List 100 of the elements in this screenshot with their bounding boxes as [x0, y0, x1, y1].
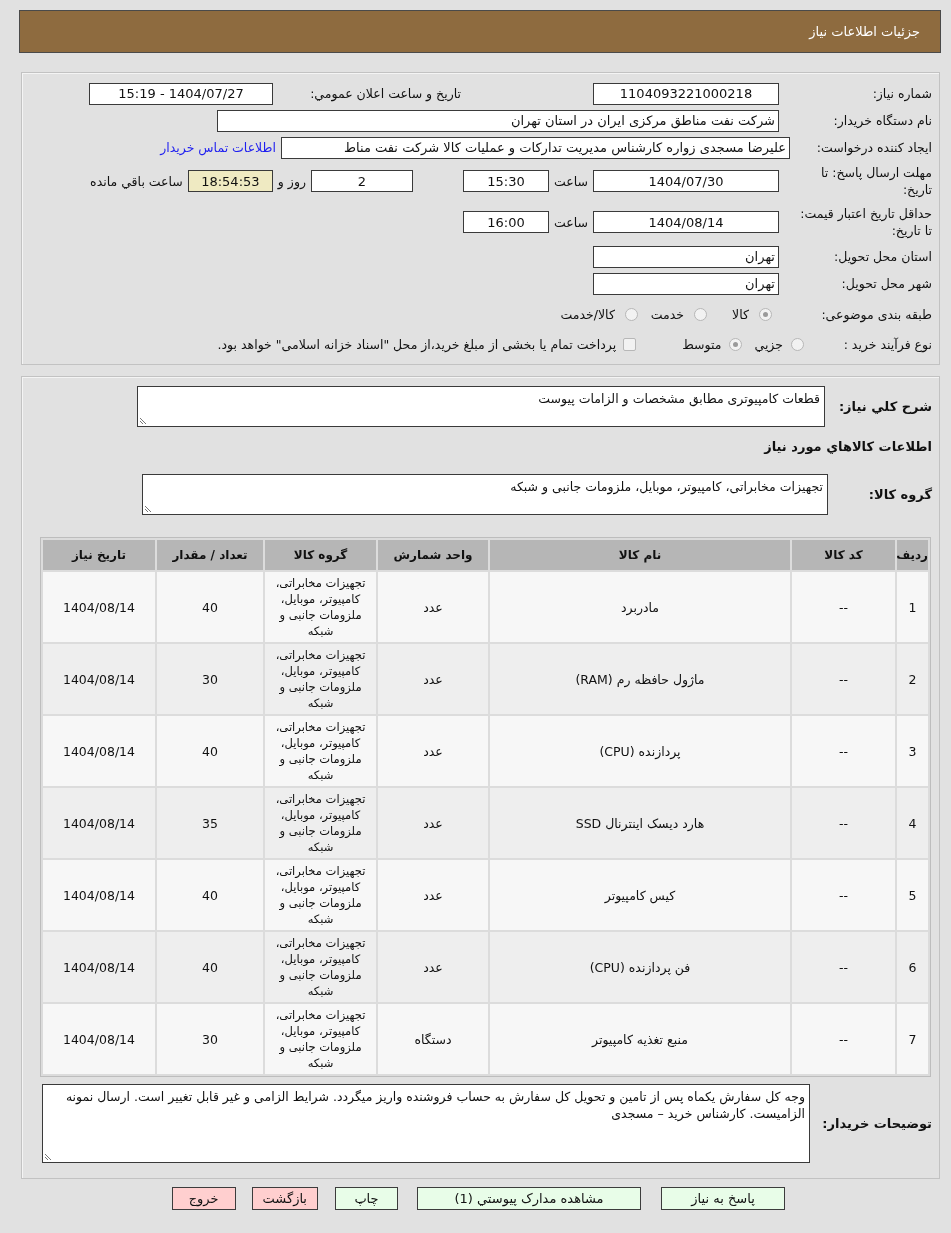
radio-button[interactable]: [694, 307, 708, 321]
need-date-cell: 1404/08/14: [43, 788, 155, 858]
quantity-cell: 35: [157, 788, 263, 858]
item-group-cell: تجهیزات مخابراتی، کامپیوتر، موبایل، ملزومات جانبی و شبکه: [265, 1004, 376, 1074]
unit-cell: عدد: [378, 572, 488, 642]
field-label: مهلت ارسال پاسخ: تا تاريخ:: [820, 164, 932, 198]
field-label: شهر محل تحويل:: [840, 275, 932, 292]
action-button[interactable]: مشاهده مدارک پيوستي (1): [417, 1187, 641, 1210]
page-title: جزئيات اطلاعات نياز: [809, 24, 920, 39]
buyer-contact-link[interactable]: اطلاعات تماس خريدار: [160, 140, 276, 155]
resize-grip-icon[interactable]: [140, 418, 146, 424]
field-label: ساعت: [554, 173, 588, 189]
resize-grip-icon[interactable]: [45, 1154, 51, 1160]
column-header: رديف: [897, 540, 928, 570]
radio-label: کالا: [732, 306, 749, 322]
province-field[interactable]: تهران: [593, 245, 779, 268]
item-code-cell: --: [792, 932, 895, 1002]
need-number-field[interactable]: 1104093221000218: [593, 82, 779, 105]
field-label: حداقل تاريخ اعتبار قيمت: تا تاريخ:: [799, 205, 932, 239]
column-header: تعداد / مقدار: [157, 540, 263, 570]
need-date-cell: 1404/08/14: [43, 716, 155, 786]
row-number-cell: 1: [897, 572, 928, 642]
item-name-cell: فن پردازنده (CPU): [490, 932, 790, 1002]
date-field[interactable]: 1404/07/30: [593, 170, 779, 192]
item-group-cell: تجهیزات مخابراتی، کامپیوتر، موبایل، ملزومات جانبی و شبکه: [265, 716, 376, 786]
quantity-cell: 40: [157, 932, 263, 1002]
field-label: تاريخ و ساعت اعلان عمومي:: [310, 86, 461, 101]
row-number-cell: 2: [897, 644, 928, 714]
unit-cell: عدد: [378, 716, 488, 786]
unit-cell: دستگاه: [378, 1004, 488, 1074]
item-group-cell: تجهیزات مخابراتی، کامپیوتر، موبایل، ملزومات جانبی و شبکه: [265, 572, 376, 642]
city-field[interactable]: تهران: [593, 272, 779, 295]
item-code-cell: --: [792, 860, 895, 930]
field-label: ساعت: [554, 214, 588, 230]
date-field[interactable]: 1404/08/14: [593, 211, 779, 233]
item-name-cell: ماژول حافظه رم (RAM): [490, 644, 790, 714]
checkbox-label: پرداخت تمام یا بخشی از مبلغ خرید،از محل "اسناد خزانه اسلامی" خواهد بود.: [217, 337, 617, 352]
row-number-cell: 5: [897, 860, 928, 930]
resize-grip-icon[interactable]: [145, 506, 151, 512]
row-number-cell: 4: [897, 788, 928, 858]
radio-label: جزيي: [754, 337, 783, 352]
need-date-cell: 1404/08/14: [43, 644, 155, 714]
radio-label: متوسط: [682, 337, 722, 352]
days-field[interactable]: 2: [311, 170, 413, 192]
field-label: شرح کلي نياز:: [837, 399, 932, 414]
need-summary-field[interactable]: قطعات کامپیوتری مطابق مشخصات و الزامات پیوست: [137, 386, 825, 427]
radio-label: کالا/خدمت: [560, 306, 615, 322]
action-button[interactable]: بازگشت: [251, 1187, 318, 1210]
action-button[interactable]: خروج: [171, 1187, 236, 1210]
radio-button[interactable]: [791, 338, 804, 351]
item-code-cell: --: [792, 788, 895, 858]
field-label: طبقه بندی موضوعی:: [820, 305, 932, 323]
radio-button[interactable]: [624, 307, 638, 321]
column-header: گروه کالا: [265, 540, 376, 570]
radio-button[interactable]: [729, 338, 743, 351]
field-label: روز و: [277, 173, 306, 189]
quantity-cell: 40: [157, 572, 263, 642]
quantity-cell: 40: [157, 716, 263, 786]
field-label: استان محل تحويل:: [832, 248, 932, 265]
item-group-cell: تجهیزات مخابراتی، کامپیوتر، موبایل، ملزومات جانبی و شبکه: [265, 860, 376, 930]
item-group-cell: تجهیزات مخابراتی، کامپیوتر، موبایل، ملزومات جانبی و شبکه: [265, 644, 376, 714]
field-label: گروه کالا:: [867, 487, 932, 502]
time-field[interactable]: 15:30: [463, 170, 549, 192]
item-code-cell: --: [792, 1004, 895, 1074]
item-name-cell: کیس کامپیوتر: [490, 860, 790, 930]
item-group-cell: تجهیزات مخابراتی، کامپیوتر، موبایل، ملزومات جانبی و شبکه: [265, 932, 376, 1002]
quantity-cell: 40: [157, 860, 263, 930]
time-field[interactable]: 16:00: [463, 211, 549, 233]
section-heading: اطلاعات کالاهاي مورد نياز: [764, 438, 932, 454]
field-label: توضيحات خريدار:: [821, 1116, 932, 1131]
need-date-cell: 1404/08/14: [43, 572, 155, 642]
item-name-cell: منبع تغذیه کامپیوتر: [490, 1004, 790, 1074]
buyer-org-field[interactable]: شرکت نفت مناطق مرکزی ایران در استان تهران: [217, 109, 779, 132]
item-name-cell: پردازنده (CPU): [490, 716, 790, 786]
item-code-cell: --: [792, 716, 895, 786]
need-date-cell: 1404/08/14: [43, 1004, 155, 1074]
checkbox[interactable]: [623, 338, 637, 351]
requester-field[interactable]: علیرضا مسجدی زواره کارشناس مدیریت تدارکات و عملیات کالا شرکت نفت مناط: [281, 136, 790, 159]
remaining-time-field: 18:54:53: [187, 170, 273, 192]
action-button[interactable]: چاپ: [335, 1187, 398, 1210]
buyer-notes-field[interactable]: وجه کل سفارش یکماه پس از تامین و تحویل کل سفارش به حساب فروشنده واریز میگردد. شرایط الزامی و غیر قابل تغییر است. ارسال نمونه الزامیست. کارشناس خرید – مسجدی: [42, 1084, 810, 1163]
column-header: نام کالا: [490, 540, 790, 570]
unit-cell: عدد: [378, 932, 488, 1002]
row-number-cell: 7: [897, 1004, 928, 1074]
need-date-cell: 1404/08/14: [43, 932, 155, 1002]
item-group-cell: تجهیزات مخابراتی، کامپیوتر، موبایل، ملزومات جانبی و شبکه: [265, 788, 376, 858]
item-code-cell: --: [792, 572, 895, 642]
unit-cell: عدد: [378, 860, 488, 930]
item-code-cell: --: [792, 644, 895, 714]
field-label: شماره نياز:: [871, 85, 932, 102]
quantity-cell: 30: [157, 644, 263, 714]
announce-date-field[interactable]: 1404/07/27 - 15:19: [89, 82, 273, 105]
goods-group-field[interactable]: تجهیزات مخابراتی، کامپیوتر، موبایل، ملزومات جانبی و شبکه: [142, 474, 828, 515]
action-button[interactable]: پاسخ به نياز: [661, 1187, 785, 1210]
field-label: نوع فرآیند خرید :: [842, 336, 932, 353]
field-label: ايجاد کننده درخواست:: [815, 139, 932, 156]
row-number-cell: 3: [897, 716, 928, 786]
row-number-cell: 6: [897, 932, 928, 1002]
radio-button[interactable]: [759, 307, 772, 321]
column-header: واحد شمارش: [378, 540, 488, 570]
